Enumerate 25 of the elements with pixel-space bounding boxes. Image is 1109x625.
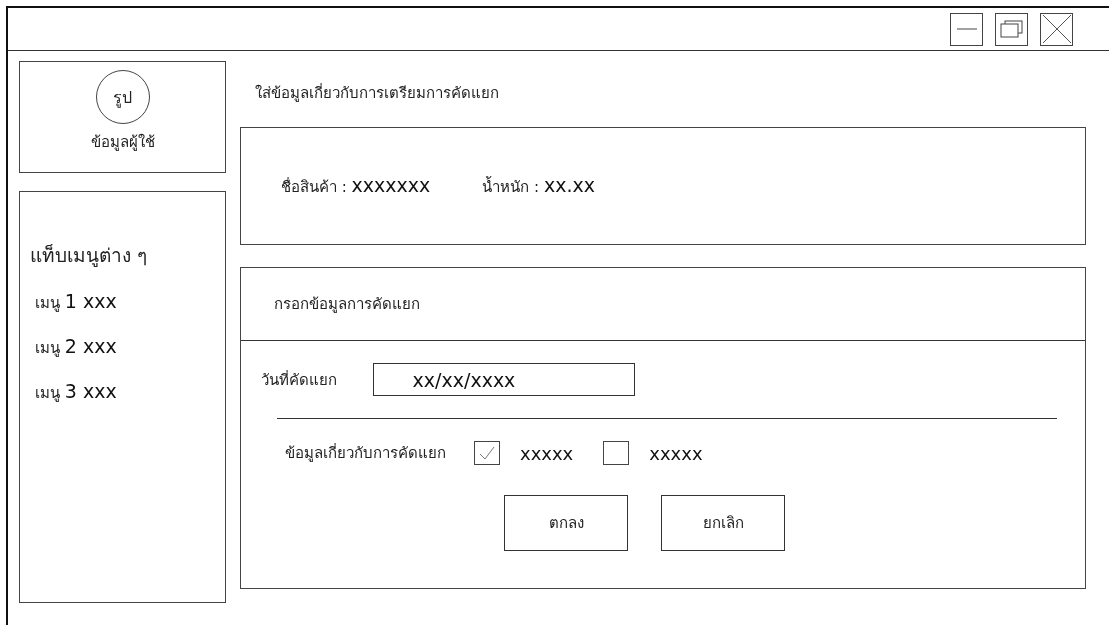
restore-button[interactable]	[995, 12, 1028, 46]
info-text: น้ำหนัก : xx.xx	[482, 173, 595, 198]
ok-button[interactable]: ตกลง	[504, 495, 628, 551]
menu-title: แท็บเมนูต่าง ๆ	[30, 243, 149, 269]
restore-icon	[999, 20, 1024, 38]
page-heading: ใส่ข้อมูลเกี่ยวกับการเตรียมการคัดแยก	[255, 82, 499, 104]
option-label: xxxxx	[520, 442, 574, 464]
checkbox[interactable]	[603, 441, 630, 465]
option-label: xxxxx	[649, 442, 703, 464]
menu-item[interactable]: เมนู 3 xxx	[30, 380, 225, 405]
close-icon	[1041, 14, 1072, 44]
minimize-icon	[955, 27, 978, 31]
date-field[interactable]: xx/xx/xxxx	[373, 363, 635, 396]
cancel-button[interactable]: ยกเลิก	[661, 495, 785, 551]
minimize-button[interactable]	[950, 12, 983, 46]
check-icon	[478, 445, 496, 461]
close-button[interactable]	[1040, 12, 1073, 46]
form-title: กรอกข้อมูลการคัดแยก	[274, 294, 420, 315]
menu-item[interactable]: เมนู 1 xxx	[30, 290, 225, 315]
user-info-label: ข้อมูลผู้ใช้	[90, 132, 155, 153]
info-text: ชื่อสินค้า : xxxxxxx	[281, 173, 431, 198]
menu-item[interactable]: เมนู 2 xxx	[30, 335, 225, 360]
date-label: วันที่คัดแยก	[261, 369, 337, 391]
checkbox[interactable]	[474, 441, 500, 465]
options-label: ข้อมูลเกี่ยวกับการคัดแยก	[285, 442, 446, 464]
